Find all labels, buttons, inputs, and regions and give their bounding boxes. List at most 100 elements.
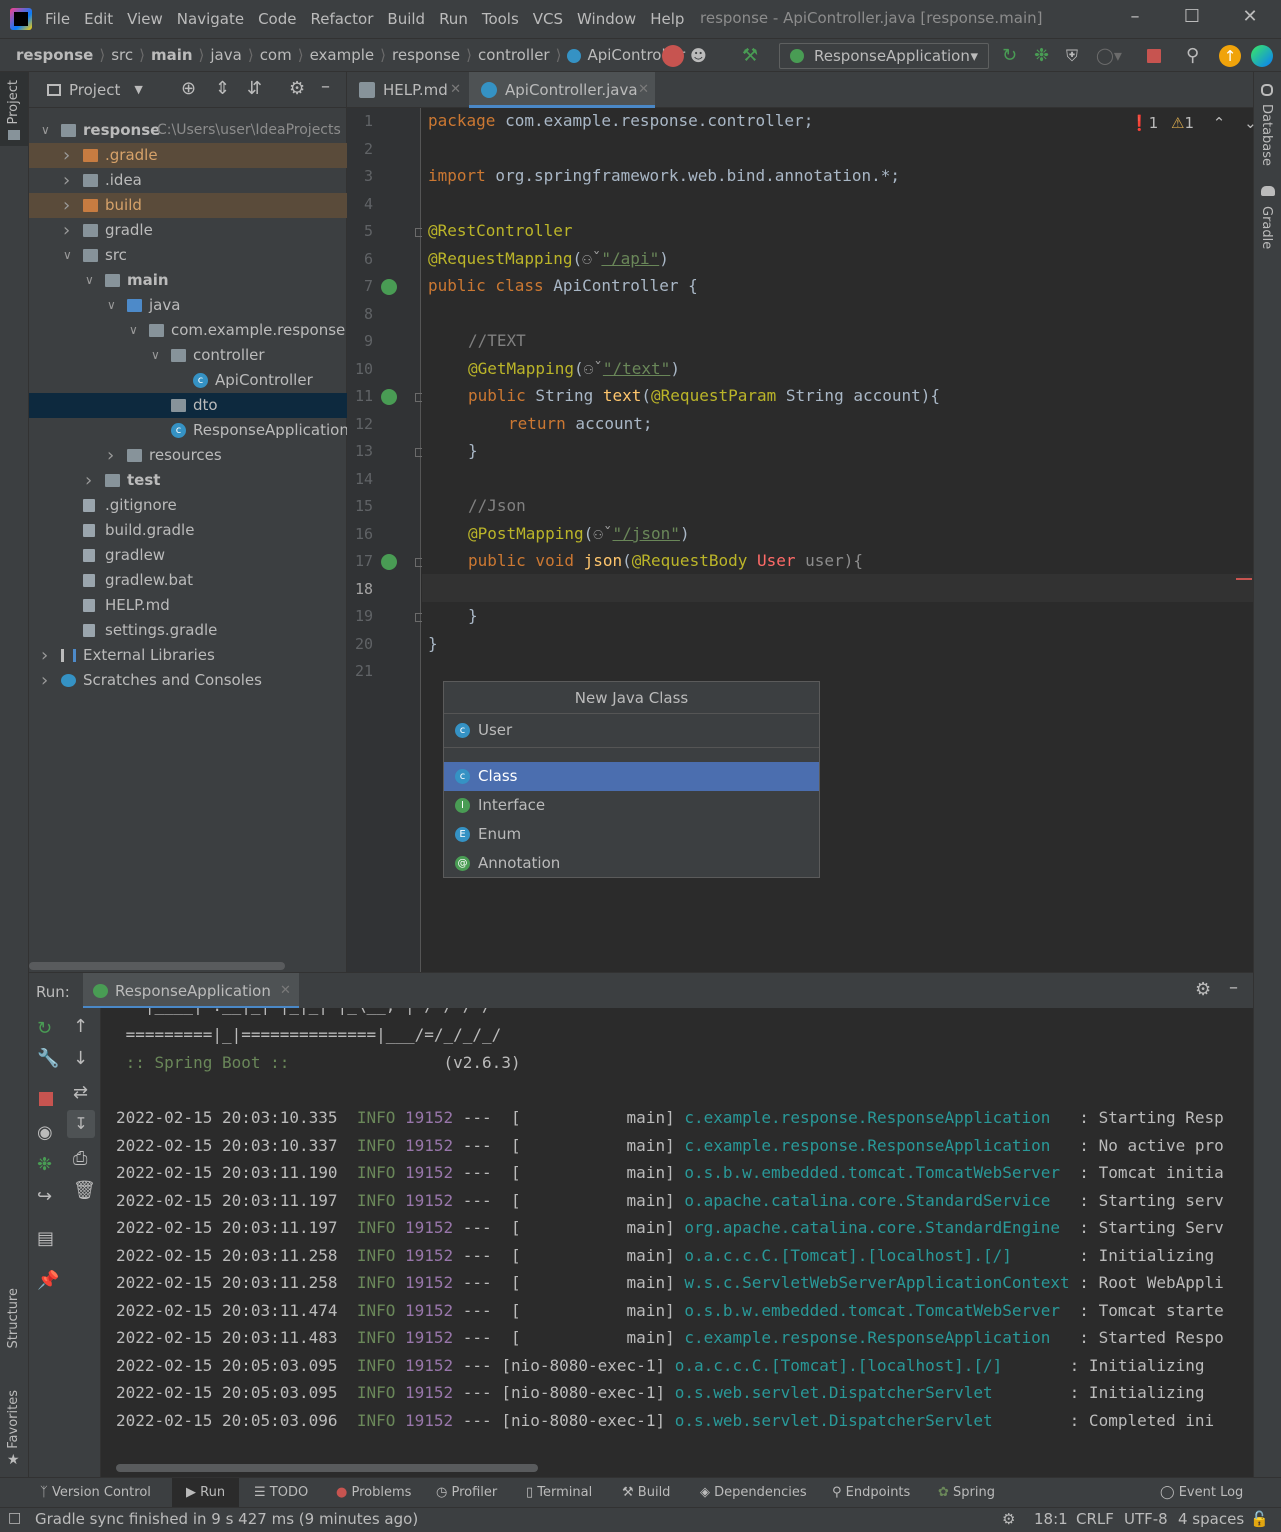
- close-tab-icon[interactable]: ✕: [450, 72, 461, 108]
- error-stripe-mark[interactable]: [1236, 578, 1252, 580]
- inspection-widget[interactable]: ❗1 ⚠1 ⌃ ⌄: [1130, 114, 1257, 132]
- spring-bean-gutter-icon[interactable]: [381, 389, 397, 405]
- method-icon[interactable]: [662, 45, 684, 67]
- line-number[interactable]: 14: [347, 470, 373, 488]
- option-enum[interactable]: E Enum: [444, 820, 819, 849]
- chevron-down-icon[interactable]: ∨: [85, 268, 94, 293]
- database-tool-tab[interactable]: Database: [1254, 82, 1281, 172]
- chevron-down-icon[interactable]: ∨: [151, 343, 160, 368]
- trash-icon[interactable]: 🗑: [73, 1180, 96, 1201]
- debug-icon[interactable]: ❉: [37, 1154, 55, 1175]
- menu-code[interactable]: Code: [258, 10, 296, 28]
- chevron-down-icon[interactable]: ∨: [63, 243, 72, 268]
- gradle-tool-tab[interactable]: Gradle: [1254, 184, 1281, 254]
- previous-highlight-icon[interactable]: ⌃: [1213, 114, 1226, 132]
- breadcrumb-response[interactable]: response: [0, 46, 99, 64]
- chevron-right-icon[interactable]: ›: [85, 468, 92, 493]
- rerun-icon[interactable]: ↻: [1002, 45, 1024, 67]
- user-icon[interactable]: ☻▾: [690, 45, 712, 87]
- line-number[interactable]: 15: [347, 497, 373, 515]
- tree-item-gradle[interactable]: › gradle: [29, 218, 347, 243]
- status-message[interactable]: Gradle sync finished in 9 s 427 ms (9 mi…: [35, 1510, 418, 1528]
- chevron-right-icon[interactable]: ›: [107, 443, 114, 468]
- tree-item-idea[interactable]: › .idea: [29, 168, 347, 193]
- tree-item-gradlew-bat[interactable]: gradlew.bat: [29, 568, 347, 593]
- up-arrow-icon[interactable]: ↑: [73, 1016, 91, 1037]
- collapse-all-icon[interactable]: ⇵: [247, 78, 262, 99]
- line-number[interactable]: 13: [347, 442, 373, 460]
- line-separator[interactable]: CRLF: [1076, 1510, 1114, 1528]
- chevron-down-icon[interactable]: ∨: [41, 118, 50, 143]
- breadcrumb-com[interactable]: com: [254, 46, 298, 64]
- menu-run[interactable]: Run: [439, 10, 468, 28]
- tree-item-java[interactable]: ∨ java: [29, 293, 347, 318]
- tree-item-main[interactable]: ∨ main: [29, 268, 347, 293]
- minimize-icon[interactable]: –: [1123, 6, 1147, 30]
- close-tab-icon[interactable]: ✕: [280, 973, 291, 1009]
- horizontal-scrollbar[interactable]: [116, 1464, 538, 1472]
- tool-profiler[interactable]: ◷ Profiler: [436, 1478, 497, 1508]
- tree-item-com-example-response[interactable]: ∨ com.example.response: [29, 318, 347, 343]
- line-number[interactable]: 5: [347, 222, 373, 240]
- tool-version-control[interactable]: ᛉ Version Control: [40, 1478, 151, 1508]
- print-icon[interactable]: ⎙: [73, 1148, 91, 1169]
- down-arrow-icon[interactable]: ↓: [73, 1048, 91, 1069]
- line-number[interactable]: 18: [347, 580, 373, 598]
- menu-view[interactable]: View: [127, 10, 163, 28]
- spring-bean-gutter-icon[interactable]: [381, 279, 397, 295]
- code-with-me-icon[interactable]: [1251, 45, 1273, 67]
- line-number[interactable]: 19: [347, 607, 373, 625]
- line-number[interactable]: 2: [347, 140, 373, 158]
- tool-event-log[interactable]: ◯ Event Log: [1160, 1478, 1243, 1508]
- profile-icon[interactable]: ◯▾: [1096, 45, 1122, 67]
- tree-item-build-gradle[interactable]: build.gradle: [29, 518, 347, 543]
- toggle-tool-windows-icon[interactable]: □: [8, 1510, 21, 1526]
- tab-help-md[interactable]: HELP.md ✕: [347, 72, 467, 108]
- line-number[interactable]: 20: [347, 635, 373, 653]
- file-encoding[interactable]: UTF-8: [1124, 1510, 1168, 1528]
- class-name-input[interactable]: c User: [444, 716, 819, 748]
- login-icon[interactable]: ↪: [37, 1186, 55, 1207]
- stop-icon[interactable]: [1147, 49, 1161, 63]
- tree-item-gitignore[interactable]: .gitignore: [29, 493, 347, 518]
- breadcrumb-java[interactable]: java: [204, 46, 247, 64]
- chevron-right-icon[interactable]: ›: [63, 143, 70, 168]
- tree-item-test[interactable]: › test: [29, 468, 347, 493]
- rerun-icon[interactable]: ↻: [37, 1018, 55, 1039]
- breadcrumb-response-pkg[interactable]: response: [386, 46, 466, 64]
- tree-item-settings-gradle[interactable]: settings.gradle: [29, 618, 347, 643]
- line-number[interactable]: 6: [347, 250, 373, 268]
- run-configuration-select[interactable]: ResponseApplication ▾: [779, 43, 989, 69]
- stop-icon[interactable]: [39, 1092, 53, 1106]
- option-interface[interactable]: I Interface: [444, 791, 819, 820]
- menu-window[interactable]: Window: [577, 10, 636, 28]
- tool-spring[interactable]: ✿ Spring: [938, 1478, 995, 1508]
- tool-dependencies[interactable]: ◈ Dependencies: [700, 1478, 807, 1508]
- line-number[interactable]: 4: [347, 195, 373, 213]
- scroll-to-end-icon[interactable]: ↧: [67, 1110, 95, 1138]
- line-number[interactable]: 10: [347, 360, 373, 378]
- gear-icon[interactable]: ⚙: [289, 78, 305, 99]
- menu-help[interactable]: Help: [650, 10, 684, 28]
- tool-build[interactable]: ⚒ Build: [622, 1478, 670, 1508]
- chevron-right-icon[interactable]: ›: [63, 168, 70, 193]
- close-icon[interactable]: ✕: [1238, 6, 1262, 30]
- breadcrumb-src[interactable]: src: [105, 46, 139, 64]
- tool-problems[interactable]: ● Problems: [336, 1478, 411, 1508]
- tree-item-resources[interactable]: › resources: [29, 443, 347, 468]
- chevron-right-icon[interactable]: ›: [63, 218, 70, 243]
- tree-item-apicontroller[interactable]: c ApiController: [29, 368, 347, 393]
- url-inlay-icon[interactable]: ⚇ˇ: [582, 249, 601, 268]
- camera-icon[interactable]: ◉: [37, 1122, 55, 1143]
- tool-run[interactable]: ▶ Run: [172, 1478, 240, 1508]
- chevron-down-icon[interactable]: ▼: [134, 83, 142, 96]
- line-number[interactable]: 12: [347, 415, 373, 433]
- line-number[interactable]: 16: [347, 525, 373, 543]
- structure-tool-tab[interactable]: Structure: [0, 1282, 28, 1372]
- background-tasks-icon[interactable]: ⚙: [1002, 1510, 1015, 1528]
- locate-icon[interactable]: ⊕: [181, 78, 196, 99]
- chevron-right-icon[interactable]: ›: [41, 668, 48, 693]
- chevron-right-icon[interactable]: ›: [63, 193, 70, 218]
- gear-icon[interactable]: ⚙: [1195, 979, 1211, 1000]
- tree-item-response[interactable]: ∨ response C:\Users\user\IdeaProjects: [29, 118, 347, 143]
